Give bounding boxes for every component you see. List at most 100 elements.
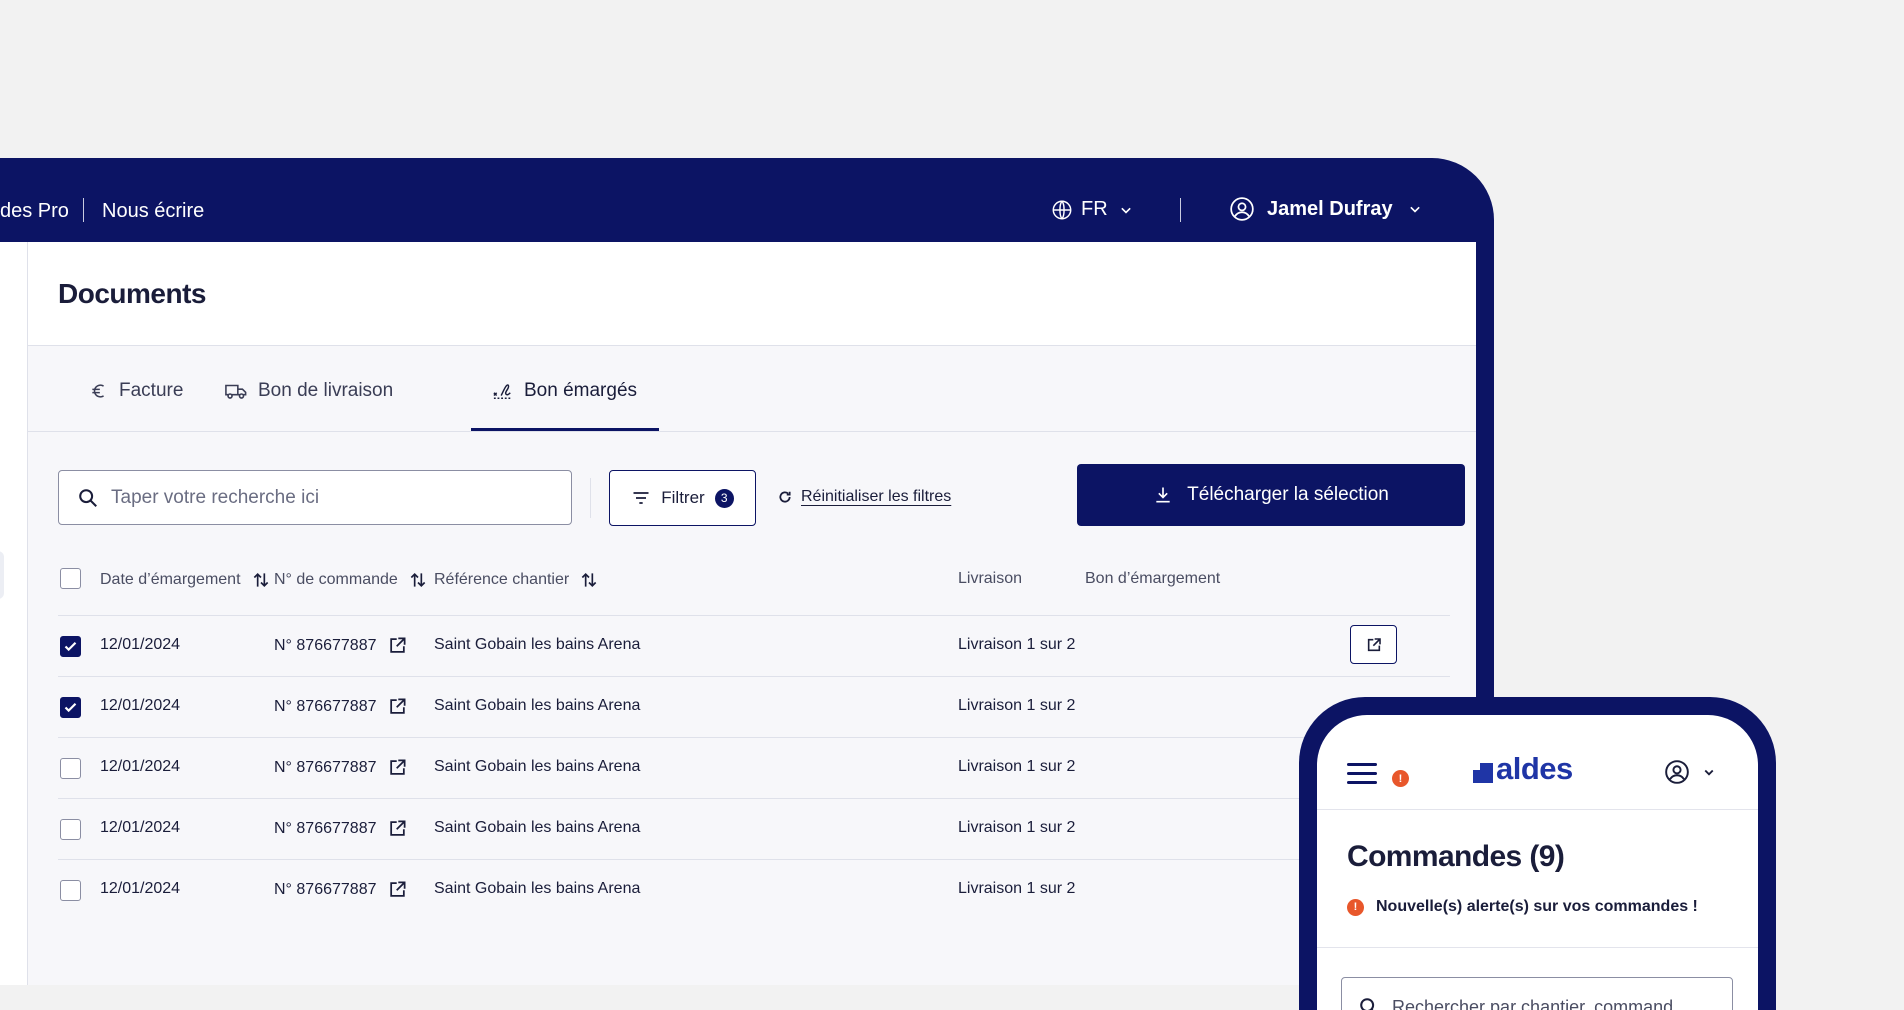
- order-number: N° 876677887: [274, 819, 377, 837]
- table-row: 12/01/2024 N° 876677887 Saint Gobain les…: [58, 738, 1450, 799]
- nav-separator: [1180, 198, 1181, 222]
- search-field[interactable]: [58, 470, 572, 525]
- user-circle-icon: [1230, 197, 1254, 221]
- external-link-icon[interactable]: [388, 636, 407, 655]
- column-header-label: Date d’émargement: [100, 571, 241, 588]
- language-label: FR: [1081, 198, 1108, 220]
- external-link-icon[interactable]: [388, 758, 407, 777]
- download-selection-button[interactable]: Télécharger la sélection: [1077, 464, 1465, 526]
- aldes-logo[interactable]: aldes: [1473, 751, 1573, 786]
- tab-label: Facture: [119, 380, 184, 401]
- mobile-orders-screen: ! aldes Commandes (9) ! Nouvelle(s) aler…: [1317, 715, 1758, 1010]
- divider: [1317, 947, 1758, 948]
- mobile-search-input[interactable]: [1392, 996, 1732, 1010]
- order-cell: N° 876677887: [274, 758, 407, 777]
- search-icon: [79, 488, 97, 507]
- site-cell: Saint Gobain les bains Arena: [434, 819, 641, 836]
- background-strip: [0, 985, 1380, 1010]
- documents-table: Date d’émargement N° de commande Référen…: [28, 542, 1476, 921]
- sort-icon: [410, 572, 426, 588]
- user-menu[interactable]: Jamel Dufray: [1229, 196, 1425, 222]
- alert-badge-icon: !: [1392, 770, 1409, 787]
- orders-alert-banner[interactable]: ! Nouvelle(s) alerte(s) sur vos commande…: [1347, 898, 1698, 916]
- delivery-cell: Livraison 1 sur 2: [958, 758, 1076, 775]
- download-icon: [1156, 487, 1170, 503]
- sidebar-item[interactable]: [0, 551, 4, 599]
- tab-bon-de-livraison[interactable]: Bon de livraison: [224, 380, 393, 402]
- select-all-checkbox[interactable]: [60, 568, 81, 589]
- nav-link-pro[interactable]: des Pro: [0, 200, 69, 223]
- mobile-top-bar: ! aldes: [1317, 715, 1758, 810]
- logo-text: aldes: [1496, 751, 1573, 786]
- filter-count-badge: 3: [714, 488, 734, 508]
- mobile-device-frame: ! aldes Commandes (9) ! Nouvelle(s) aler…: [1299, 697, 1776, 1010]
- order-cell: N° 876677887: [274, 880, 407, 899]
- order-number: N° 876677887: [274, 636, 377, 654]
- row-checkbox[interactable]: [60, 697, 81, 718]
- column-header-date[interactable]: Date d’émargement: [100, 570, 271, 590]
- order-cell: N° 876677887: [274, 819, 407, 838]
- sort-icon: [581, 572, 597, 588]
- filter-icon: [633, 492, 649, 504]
- date-cell: 12/01/2024: [100, 697, 181, 714]
- search-input[interactable]: [111, 486, 511, 509]
- date-cell: 12/01/2024: [100, 819, 181, 836]
- tab-bon-emarges[interactable]: Bon émargés: [492, 380, 637, 402]
- column-header-delivery: Livraison: [958, 570, 1022, 588]
- signature-icon: [493, 384, 513, 399]
- euro-icon: [92, 384, 105, 398]
- external-link-icon[interactable]: [388, 819, 407, 838]
- checkmark-icon: [64, 702, 77, 713]
- tab-facture[interactable]: Facture: [89, 380, 183, 402]
- column-header-order[interactable]: N° de commande: [274, 570, 428, 590]
- site-cell: Saint Gobain les bains Arena: [434, 697, 641, 714]
- table-row: 12/01/2024 N° 876677887 Saint Gobain les…: [58, 860, 1450, 921]
- order-number: N° 876677887: [274, 758, 377, 776]
- nav-separator: [83, 198, 84, 222]
- tab-label: Bon émargés: [524, 380, 638, 401]
- column-header-label: N° de commande: [274, 571, 398, 588]
- toolbar-divider: [590, 478, 591, 518]
- column-header-site[interactable]: Référence chantier: [434, 570, 599, 590]
- alert-message: Nouvelle(s) alerte(s) sur vos commandes …: [1376, 898, 1698, 915]
- user-circle-icon: [1665, 760, 1689, 784]
- mobile-search-field[interactable]: [1341, 977, 1733, 1010]
- site-cell: Saint Gobain les bains Arena: [434, 758, 641, 775]
- filter-button[interactable]: Filtrer 3: [609, 470, 756, 526]
- column-header-signed-note: Bon d’émargement: [1085, 570, 1220, 588]
- mobile-page-title: Commandes (9): [1347, 840, 1565, 873]
- date-cell: 12/01/2024: [100, 880, 181, 897]
- table-header: Date d’émargement N° de commande Référen…: [58, 542, 1450, 616]
- external-link-icon[interactable]: [388, 880, 407, 899]
- page-header: Documents: [28, 242, 1476, 346]
- language-selector[interactable]: FR: [1051, 198, 1136, 221]
- mobile-user-menu[interactable]: [1664, 759, 1718, 785]
- external-link-icon: [1367, 637, 1381, 651]
- open-signed-note-button[interactable]: [1350, 625, 1397, 664]
- reset-filters-label: Réinitialiser les filtres: [801, 488, 952, 505]
- row-checkbox[interactable]: [60, 636, 81, 657]
- date-cell: 12/01/2024: [100, 636, 181, 653]
- logo-mark-icon: [1473, 763, 1493, 783]
- delivery-cell: Livraison 1 sur 2: [958, 636, 1076, 653]
- tab-label: Bon de livraison: [258, 380, 394, 401]
- checkmark-icon: [64, 641, 77, 652]
- reset-filters-link[interactable]: Réinitialiser les filtres: [778, 488, 951, 506]
- row-checkbox[interactable]: [60, 758, 81, 779]
- nav-link-contact[interactable]: Nous écrire: [102, 200, 204, 223]
- site-cell: Saint Gobain les bains Arena: [434, 880, 641, 897]
- refresh-icon: [779, 491, 791, 503]
- site-cell: Saint Gobain les bains Arena: [434, 636, 641, 653]
- menu-icon[interactable]: [1347, 763, 1377, 790]
- table-row: 12/01/2024 N° 876677887 Saint Gobain les…: [58, 677, 1450, 738]
- external-link-icon[interactable]: [388, 697, 407, 716]
- row-checkbox[interactable]: [60, 819, 81, 840]
- sidebar: [0, 242, 28, 1010]
- active-tab-indicator: [471, 428, 659, 431]
- table-row: 12/01/2024 N° 876677887 Saint Gobain les…: [58, 799, 1450, 860]
- search-icon: [1360, 998, 1375, 1010]
- row-checkbox[interactable]: [60, 880, 81, 901]
- globe-icon: [1052, 200, 1072, 219]
- order-cell: N° 876677887: [274, 636, 407, 655]
- filter-label: Filtrer: [661, 488, 705, 507]
